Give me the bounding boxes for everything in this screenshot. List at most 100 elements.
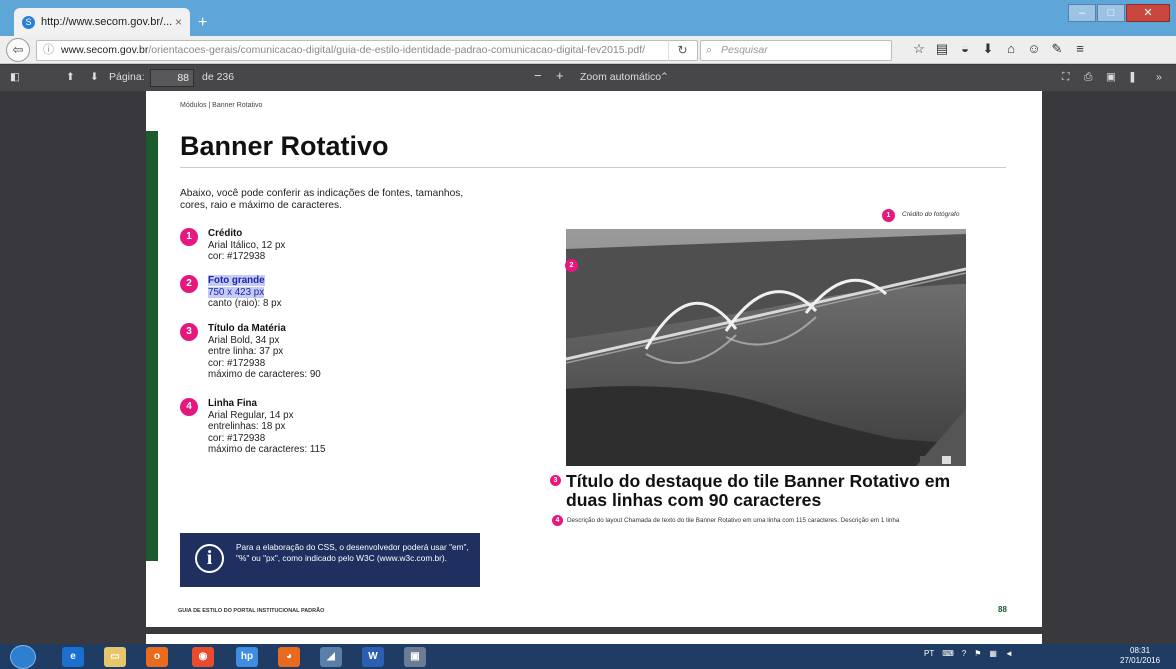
system-tray: PT ⌨ ? ⚑ ▦ ◄ bbox=[924, 649, 1021, 658]
spec-item-photo: 2 Foto grande 750 x 423 px canto (raio):… bbox=[180, 275, 282, 310]
carousel-dots bbox=[918, 456, 962, 464]
window-controls: – □ ✕ bbox=[1067, 4, 1170, 22]
next-pdf-page bbox=[146, 634, 1042, 644]
spec-line: cor: #172938 bbox=[208, 432, 266, 444]
spec-line: canto (raio): 8 px bbox=[208, 298, 282, 309]
page-number-input[interactable]: 88 bbox=[150, 69, 194, 87]
spec-line: máximo de caracteres: 90 bbox=[208, 369, 321, 380]
firefox-icon[interactable]: ◕ bbox=[278, 647, 300, 667]
extension-icon[interactable]: ✎ bbox=[1046, 41, 1068, 57]
spec-line: cor: #172938 bbox=[208, 251, 266, 262]
spec-line: Arial Bold, 34 px bbox=[208, 334, 280, 346]
save-icon[interactable]: ▣ bbox=[1106, 71, 1116, 83]
intro-text: Abaixo, você pode conferir as indicações… bbox=[180, 188, 464, 211]
previous-page-icon[interactable]: ⬆ bbox=[66, 71, 75, 83]
word-icon[interactable]: W bbox=[362, 647, 384, 667]
folder-icon[interactable]: ▭ bbox=[104, 647, 126, 667]
spec-line: entre linha: 37 px bbox=[208, 346, 284, 357]
bookmarks-icon[interactable]: ▤ bbox=[931, 41, 953, 57]
start-button[interactable] bbox=[10, 645, 36, 669]
spec-heading: Linha Fina bbox=[208, 398, 257, 409]
chrome-icon[interactable]: ◉ bbox=[192, 647, 214, 667]
close-window-button[interactable]: ✕ bbox=[1126, 4, 1170, 22]
spec-heading: Título da Matéria bbox=[208, 323, 286, 334]
css-info-box: i Para a elaboração do CSS, o desenvolve… bbox=[180, 533, 480, 587]
sidebar-toggle-icon[interactable]: ◧ bbox=[10, 71, 20, 83]
chevron-down-icon: ⌃ bbox=[660, 71, 669, 83]
app-icon[interactable]: ◢ bbox=[320, 647, 342, 667]
print-icon[interactable]: ⎙ bbox=[1084, 71, 1092, 84]
back-button[interactable]: ⇦ bbox=[6, 38, 30, 62]
site-info-icon[interactable]: ⓘ bbox=[43, 41, 54, 60]
spec-number: 2 bbox=[180, 275, 198, 293]
clock-time: 08:31 bbox=[1130, 646, 1151, 655]
tab-close-icon[interactable]: × bbox=[175, 15, 182, 29]
breadcrumb: Módulos | Banner Rotativo bbox=[180, 102, 263, 109]
marker-photo: 2 bbox=[565, 259, 578, 272]
info-text: Para a elaboração do CSS, o desenvolvedo… bbox=[236, 542, 469, 563]
language-indicator[interactable]: PT bbox=[924, 649, 934, 658]
carousel-dot-active[interactable] bbox=[942, 456, 951, 464]
page-label: Página: bbox=[109, 71, 145, 83]
spec-item-title: 3 Título da Matéria Arial Bold, 34 px en… bbox=[180, 323, 321, 381]
search-icon: ⌕ bbox=[706, 44, 712, 56]
url-path: /orientacoes-gerais/comunicacao-digital/… bbox=[148, 44, 646, 56]
title-bar: S http://www.secom.gov.br/... × + – □ ✕ bbox=[0, 0, 1176, 36]
carousel-dot[interactable] bbox=[953, 456, 962, 464]
spec-line: 750 x 423 px bbox=[208, 286, 265, 298]
clock[interactable]: 08:31 27/01/2016 bbox=[1120, 646, 1160, 666]
carousel-dot[interactable] bbox=[920, 456, 929, 464]
navigation-bar: ⇦ ⓘ www.secom.gov.br/orientacoes-gerais/… bbox=[0, 36, 1176, 64]
spec-line: cor: #172938 bbox=[208, 357, 266, 369]
site-favicon-icon: S bbox=[22, 15, 35, 29]
bookmark-icon[interactable]: ❚ bbox=[1128, 71, 1137, 83]
zoom-out-button[interactable]: − bbox=[534, 68, 542, 83]
network-icon[interactable]: ▦ bbox=[989, 649, 997, 658]
minimize-button[interactable]: – bbox=[1068, 4, 1096, 22]
url-bar[interactable]: ⓘ www.secom.gov.br/orientacoes-gerais/co… bbox=[36, 40, 698, 61]
spec-number: 4 bbox=[180, 398, 198, 416]
app-icon[interactable]: o bbox=[146, 647, 168, 667]
reload-button[interactable]: ↻ bbox=[668, 40, 696, 61]
zoom-in-button[interactable]: + bbox=[556, 68, 564, 83]
toolbar-icons: ☆ ▤ ◒ ⬇ ⌂ ☺ ✎ ≡ bbox=[908, 41, 1092, 57]
pocket-icon[interactable]: ◒ bbox=[954, 41, 976, 57]
menu-icon[interactable]: ≡ bbox=[1069, 41, 1091, 57]
maximize-button[interactable]: □ bbox=[1097, 4, 1125, 22]
pdf-page: Módulos | Banner Rotativo Banner Rotativ… bbox=[146, 91, 1042, 627]
ie-icon[interactable]: e bbox=[62, 647, 84, 667]
virtualbox-icon[interactable]: ▣ bbox=[404, 647, 426, 667]
download-icon[interactable]: ⬇ bbox=[977, 41, 999, 57]
banner-headline: Título do destaque do tile Banner Rotati… bbox=[566, 471, 951, 510]
keyboard-icon[interactable]: ⌨ bbox=[942, 649, 954, 658]
banner-photo bbox=[566, 229, 966, 466]
clock-date: 27/01/2016 bbox=[1120, 656, 1161, 665]
marker-fine-line: 4 bbox=[552, 515, 563, 526]
new-tab-button[interactable]: + bbox=[198, 14, 207, 32]
page-total: de 236 bbox=[202, 71, 235, 83]
chat-icon[interactable]: ☺ bbox=[1023, 41, 1045, 57]
spec-item-fine-line: 4 Linha Fina Arial Regular, 14 px entrel… bbox=[180, 398, 325, 456]
tab-title: http://www.secom.gov.br/... bbox=[41, 16, 173, 28]
help-icon[interactable]: ? bbox=[962, 649, 966, 658]
zoom-select[interactable]: Zoom automático bbox=[580, 71, 661, 83]
bridge-photo-illustration bbox=[566, 229, 966, 466]
volume-icon[interactable]: ◄ bbox=[1005, 649, 1013, 658]
carousel-dot[interactable] bbox=[931, 456, 940, 464]
hp-icon[interactable]: hp bbox=[236, 647, 258, 667]
banner-fine-line: Descrição do layout Chamada de texto do … bbox=[567, 517, 900, 524]
home-icon[interactable]: ⌂ bbox=[1000, 41, 1022, 57]
taskbar: e ▭ o ◉ hp ◕ ◢ W ▣ PT ⌨ ? ⚑ ▦ ◄ 08:31 27… bbox=[0, 644, 1176, 669]
fullscreen-icon[interactable]: ⛶ bbox=[1062, 71, 1069, 84]
browser-tab[interactable]: S http://www.secom.gov.br/... × bbox=[14, 8, 190, 36]
star-icon[interactable]: ☆ bbox=[908, 41, 930, 57]
more-tools-icon[interactable]: » bbox=[1156, 71, 1162, 83]
next-page-icon[interactable]: ⬇ bbox=[90, 71, 99, 83]
spec-line: entrelinhas: 18 px bbox=[208, 421, 286, 432]
search-input[interactable]: ⌕ Pesquisar bbox=[700, 40, 892, 61]
search-placeholder: Pesquisar bbox=[721, 44, 768, 56]
spec-line: Arial Regular, 14 px bbox=[208, 409, 294, 421]
title-divider bbox=[180, 167, 1006, 168]
info-icon: i bbox=[195, 544, 224, 573]
flag-icon[interactable]: ⚑ bbox=[974, 649, 981, 658]
